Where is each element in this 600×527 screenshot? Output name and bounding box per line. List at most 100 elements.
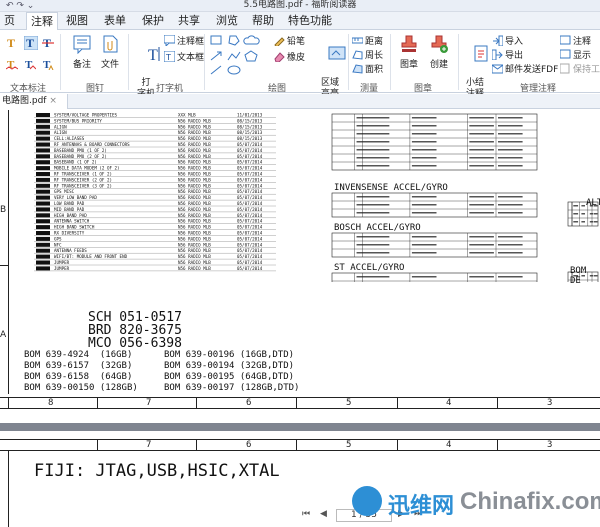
- table-row: JUMPER N56 RADIO MLB 05/07/2014: [34, 260, 276, 266]
- strikeout-text-button[interactable]: T: [42, 36, 54, 51]
- document-viewport[interactable]: B A SYSTEM/VOLTAGE PROPERTIES XXX MLB 11/0…: [0, 110, 600, 527]
- keep-tool-checkbox[interactable]: 保持工具: [560, 62, 600, 75]
- ruler-label: 3: [547, 398, 553, 408]
- perimeter-button[interactable]: 周长: [352, 48, 383, 61]
- row-title: BASEBAND (1 OF 2): [54, 160, 97, 165]
- distance-button[interactable]: 距离: [352, 34, 383, 47]
- ellipse-icon[interactable]: [227, 65, 241, 75]
- stamp-button[interactable]: 图章: [396, 34, 422, 70]
- email-fdf-button[interactable]: 邮件发送FDF: [492, 62, 558, 75]
- eraser-button[interactable]: 橡皮: [274, 50, 305, 63]
- row-date: 08/15/2013: [237, 130, 263, 135]
- row-title: ALIGN: [54, 124, 67, 129]
- line-icon[interactable]: [210, 65, 222, 75]
- menu-tab[interactable]: 特色功能: [284, 12, 336, 30]
- row-date: 05/07/2014: [237, 213, 263, 218]
- row-title: CELL:ALIASES: [54, 136, 85, 141]
- perimeter-icon: [352, 50, 363, 60]
- zone-ruler-bottom: 8 7 6 5 4 3: [0, 397, 600, 409]
- row-owner: N56 RADIO MLB: [178, 160, 211, 165]
- menu-tab[interactable]: 保护: [138, 12, 168, 30]
- email-icon: [492, 64, 503, 74]
- table-row: VERY LOW BAND PAD N56 RADIO MLB 05/07/2014: [34, 195, 276, 201]
- table-row: MOBILE DATA MODEM (2 OF 2) N56 RADIO MLB 0…: [34, 166, 276, 171]
- file-attachment-button[interactable]: 文件: [98, 34, 122, 70]
- schematic-index-table: SYSTEM/VOLTAGE PROPERTIES XXX MLB 11/01/20…: [34, 113, 276, 272]
- polyline-icon[interactable]: [227, 51, 241, 61]
- squiggly-text-icon: T: [5, 59, 19, 71]
- textbox-button[interactable]: T 文本框: [164, 50, 204, 63]
- document-tab-label: 电路图.pdf: [2, 96, 47, 106]
- section-title-st: ST ACCEL/GYRO: [334, 263, 405, 273]
- pentagon-icon[interactable]: [244, 50, 258, 62]
- row-owner: N56 RADIO MLB: [178, 142, 211, 147]
- first-page-button[interactable]: ⏮: [302, 509, 310, 519]
- ruler-tick: [97, 440, 98, 450]
- area-highlight-icon: [328, 46, 346, 60]
- rectangle-icon[interactable]: [210, 35, 222, 45]
- stamp-label: 图章: [399, 60, 418, 70]
- row-title: JUMPER: [54, 260, 70, 265]
- watermark: 迅维网 Chinafix.com: [352, 484, 600, 522]
- group-label-pin: 图钉: [86, 84, 105, 94]
- callout-button[interactable]: 注释框: [164, 34, 204, 47]
- note-label: 备注: [72, 60, 91, 70]
- menu-tab[interactable]: 帮助: [248, 12, 278, 30]
- table-row: GPS MISC N56 RADIO MLB 05/07/2014: [34, 189, 276, 195]
- menu-tab[interactable]: 页: [0, 12, 19, 30]
- typewriter-icon: T: [148, 47, 160, 64]
- bom-line: BOM 639-6158 (64GB): [24, 372, 133, 382]
- note-icon: [73, 35, 91, 55]
- area-button[interactable]: 面积: [352, 62, 383, 75]
- menu-tab[interactable]: 视图: [62, 12, 92, 30]
- replace-text-button[interactable]: T: [24, 58, 37, 73]
- import-button[interactable]: 导入: [492, 34, 523, 47]
- export-button[interactable]: 导出: [492, 48, 523, 61]
- title-bar: ↶ ↷ ⌄ 5.5电路图.pdf - 福昕阅读器: [0, 0, 600, 12]
- pencil-button[interactable]: 铅笔: [274, 34, 305, 47]
- note-button[interactable]: 备注: [70, 34, 94, 70]
- menu-bar: 页注释 视图 表单 保护 共享 浏览 帮助 特色功能: [0, 12, 600, 31]
- table-row: RX DIVERSITY N56 RADIO MLB 05/07/2014: [34, 231, 276, 236]
- row-owner: N56 RADIO MLB: [178, 254, 211, 259]
- row-date: 05/07/2014: [237, 166, 263, 171]
- ruler-tick: [497, 398, 498, 408]
- group-label-text-markup: 文本标注: [10, 84, 47, 94]
- replace-text-icon: T: [25, 59, 37, 71]
- create-stamp-button[interactable]: 创建: [426, 34, 452, 70]
- export-label: 导出: [505, 51, 524, 61]
- polygon-icon[interactable]: [228, 35, 240, 46]
- underline-text-button[interactable]: T: [23, 35, 39, 53]
- highlight-text-button[interactable]: T: [6, 36, 18, 51]
- row-date: 05/07/2014: [237, 160, 263, 165]
- watermark-logo-icon: [352, 486, 382, 516]
- cloud-icon[interactable]: [243, 35, 260, 45]
- row-title: BASEBAND PMU (1 OF 2): [54, 148, 107, 153]
- menu-tab[interactable]: 共享: [174, 12, 204, 30]
- row-owner: N56 RADIO MLB: [178, 207, 211, 212]
- show-dropdown[interactable]: 显示: [560, 48, 591, 61]
- row-title: RX DIVERSITY: [54, 231, 85, 236]
- ruler-label: 6: [246, 398, 252, 408]
- callout-icon: [164, 35, 175, 46]
- menu-tab[interactable]: 注释: [26, 12, 58, 31]
- group-label-measure: 测量: [360, 84, 379, 94]
- squiggly-text-button[interactable]: T: [5, 58, 19, 73]
- row-owner: N56 RADIO MLB: [178, 177, 211, 182]
- comments-dropdown[interactable]: 注释: [560, 34, 591, 47]
- ruler-label: 5: [346, 398, 352, 408]
- menu-tab[interactable]: 表单: [100, 12, 130, 30]
- email-fdf-label: 邮件发送FDF: [505, 65, 559, 75]
- zone-divider: [0, 265, 8, 266]
- prev-page-button[interactable]: ◀: [320, 509, 327, 519]
- menu-tab[interactable]: 浏览: [212, 12, 242, 30]
- arrow-icon[interactable]: [210, 51, 222, 61]
- insert-text-button[interactable]: T: [42, 58, 54, 73]
- document-tab[interactable]: 电路图.pdf ×: [0, 94, 68, 109]
- row-owner: N56 RADIO MLB: [178, 236, 211, 241]
- watermark-cn: 迅维网: [388, 494, 455, 519]
- table-row: SYSTEM/BUS PRIORITY N56 RADIO MLB 08/15/20…: [34, 118, 276, 124]
- page-border-left: [8, 110, 9, 394]
- svg-text:T: T: [7, 36, 15, 48]
- close-icon[interactable]: ×: [49, 96, 57, 106]
